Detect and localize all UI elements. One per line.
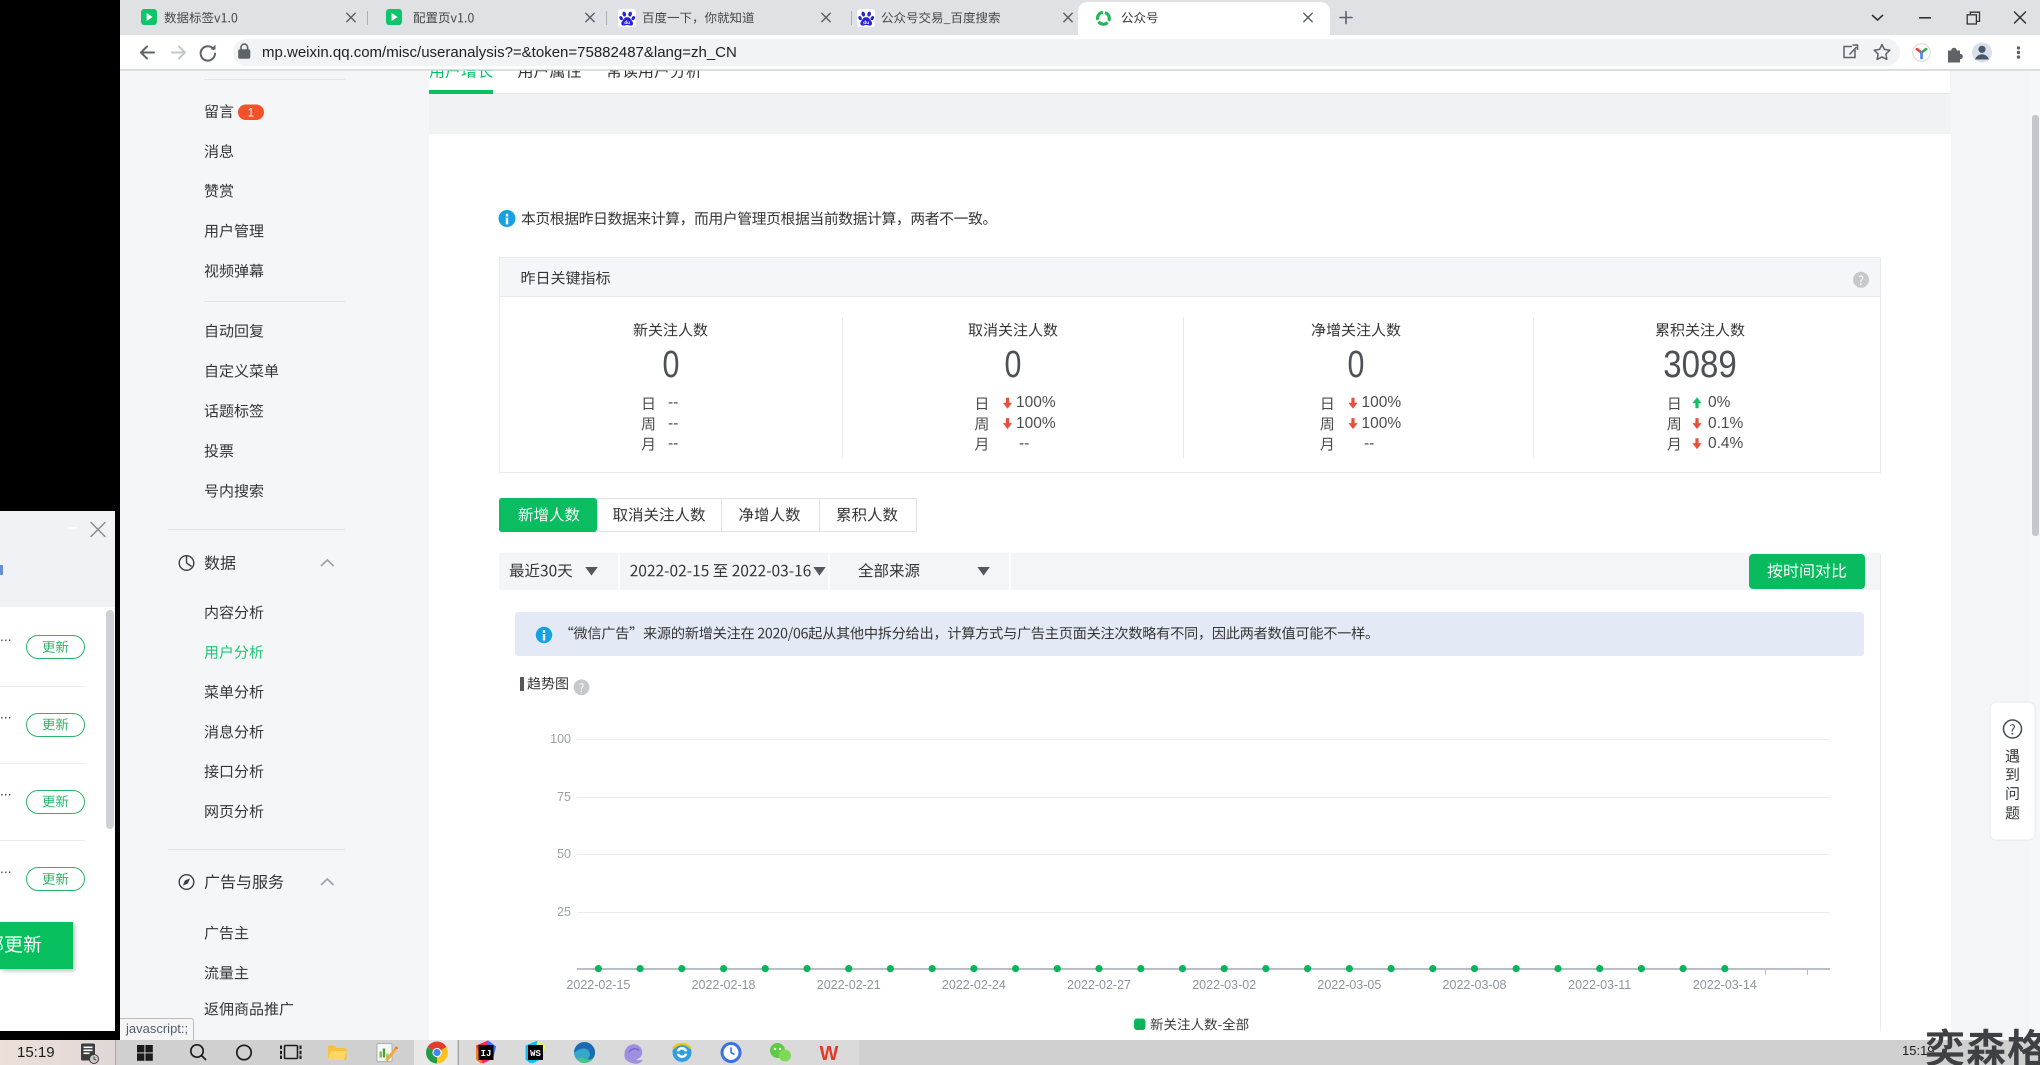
svg-text:...: ... bbox=[0, 628, 12, 644]
svg-text:du: du bbox=[863, 20, 869, 26]
svg-text:IJ: IJ bbox=[481, 1049, 492, 1059]
svg-text:...: ... bbox=[0, 783, 12, 799]
svg-text:W: W bbox=[820, 1043, 839, 1065]
svg-text:WS: WS bbox=[530, 1049, 541, 1059]
svg-text:1: 1 bbox=[248, 108, 254, 120]
svg-text:...: ... bbox=[0, 860, 12, 876]
svg-text:...: ... bbox=[0, 706, 12, 722]
svg-text:du: du bbox=[624, 20, 630, 26]
